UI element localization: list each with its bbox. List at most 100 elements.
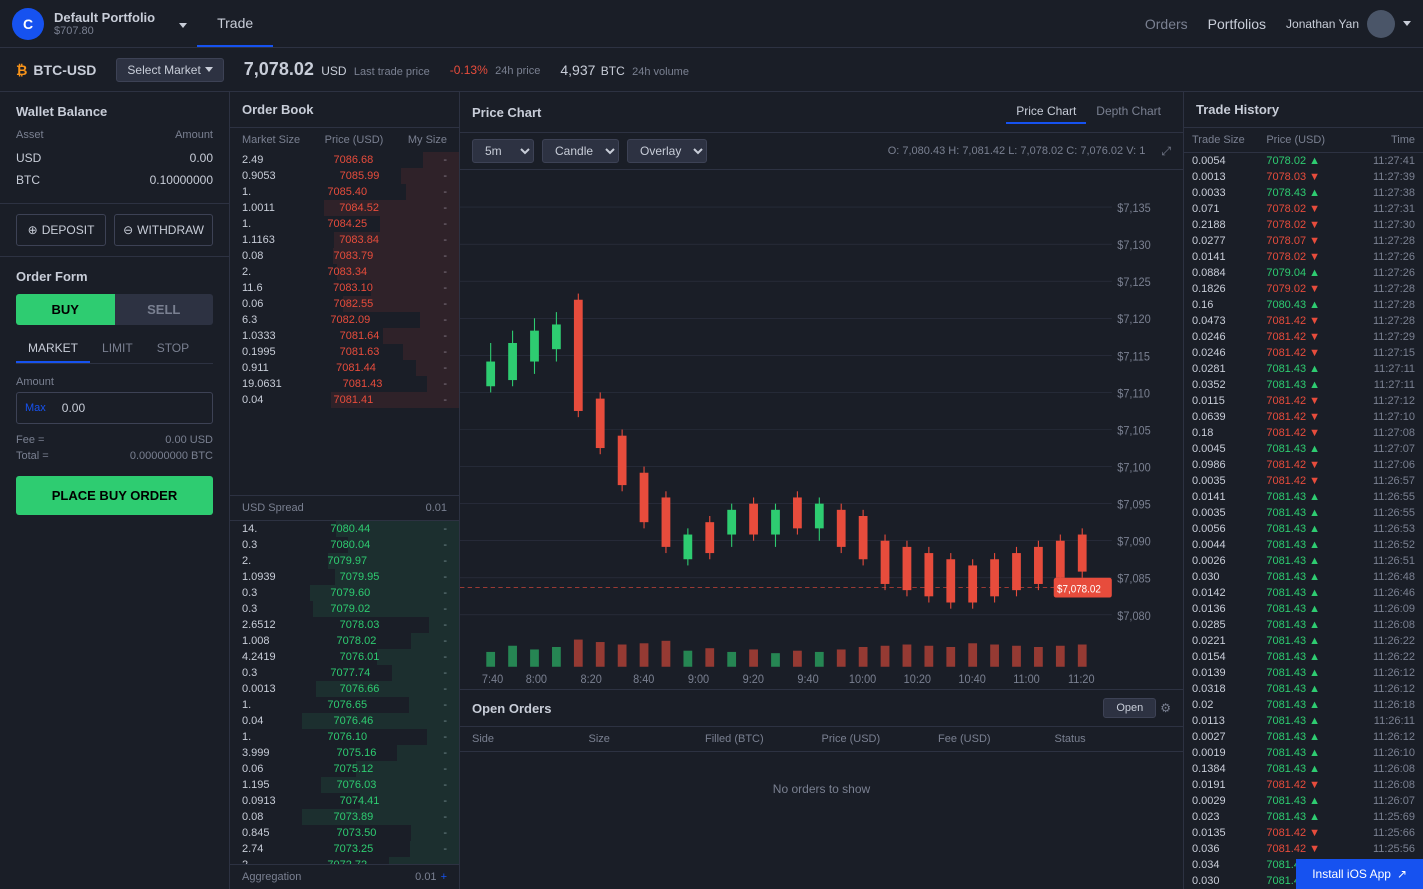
trade-history-row: 0.0139 7081.43 ▲ 11:26:12 — [1184, 665, 1423, 681]
order-book-ask-row[interactable]: 1.0011 7084.52 - — [230, 200, 459, 216]
bid-size: 3.999 — [242, 747, 270, 759]
th-trade-time: 11:27:41 — [1341, 155, 1415, 167]
svg-text:$7,135: $7,135 — [1117, 201, 1150, 215]
order-book-bid-row[interactable]: 2.74 7073.25 - — [230, 841, 459, 857]
chart-expand-icon[interactable]: ⤢ — [1161, 144, 1171, 159]
order-book-bid-row[interactable]: 2. 7072.72 - — [230, 857, 459, 864]
amount-input[interactable] — [54, 393, 213, 423]
place-order-button[interactable]: PLACE BUY ORDER — [16, 476, 213, 515]
max-link[interactable]: Max — [17, 394, 54, 422]
header-nav: Trade — [197, 1, 273, 47]
aggregation-add[interactable]: + — [441, 871, 447, 883]
order-book-bid-row[interactable]: 0.04 7076.46 - — [230, 713, 459, 729]
th-trade-time: 11:26:46 — [1341, 587, 1415, 599]
order-book-bid-row[interactable]: 0.0913 7074.41 - — [230, 793, 459, 809]
order-book-ask-row[interactable]: 1.1163 7083.84 - — [230, 232, 459, 248]
order-book-ask-row[interactable]: 19.0631 7081.43 - — [230, 376, 459, 392]
order-book-bid-row[interactable]: 0.3 7080.04 - — [230, 537, 459, 553]
open-orders-settings-icon[interactable]: ⚙ — [1160, 701, 1171, 715]
order-book-bid-row[interactable]: 3.999 7075.16 - — [230, 745, 459, 761]
bid-size: 1.008 — [242, 635, 270, 647]
order-book-ask-row[interactable]: 0.9053 7085.99 - — [230, 168, 459, 184]
price-chart-tab[interactable]: Price Chart — [1006, 100, 1086, 124]
th-trade-price: 7081.43 ▲ — [1266, 747, 1340, 759]
order-book-ask-row[interactable]: 0.08 7083.79 - — [230, 248, 459, 264]
order-book-bid-row[interactable]: 1. 7076.10 - — [230, 729, 459, 745]
order-book-bid-row[interactable]: 0.3 7079.60 - — [230, 585, 459, 601]
order-book-bid-row[interactable]: 0.845 7073.50 - — [230, 825, 459, 841]
interval-select[interactable]: 5m 1m 15m 1h — [472, 139, 534, 163]
order-book-ask-row[interactable]: 0.911 7081.44 - — [230, 360, 459, 376]
bid-size: 0.3 — [242, 603, 257, 615]
open-orders-button[interactable]: Open — [1103, 698, 1156, 718]
amount-label: Amount — [16, 376, 213, 388]
th-trade-time: 11:26:11 — [1341, 715, 1415, 727]
nav-trade[interactable]: Trade — [197, 1, 273, 47]
deposit-withdraw-buttons: ⊕ DEPOSIT ⊖ WITHDRAW — [0, 204, 229, 257]
aggregation-row: Aggregation 0.01 + — [230, 864, 459, 889]
order-book-ask-row[interactable]: 1. 7085.40 - — [230, 184, 459, 200]
order-book-bid-row[interactable]: 0.3 7077.74 - — [230, 665, 459, 681]
last-trade-label: Last trade price — [354, 66, 430, 78]
order-book-ask-row[interactable]: 2. 7083.34 - — [230, 264, 459, 280]
user-info[interactable]: Jonathan Yan — [1286, 10, 1411, 38]
fee-row: Fee = 0.00 USD — [16, 434, 213, 446]
order-book-bid-row[interactable]: 4.2419 7076.01 - — [230, 649, 459, 665]
th-trade-size: 0.0045 — [1192, 443, 1266, 455]
deposit-button[interactable]: ⊕ DEPOSIT — [16, 214, 106, 246]
order-book-bid-row[interactable]: 2.6512 7078.03 - — [230, 617, 459, 633]
bid-size: 0.3 — [242, 539, 257, 551]
order-book-ask-row[interactable]: 11.6 7083.10 - — [230, 280, 459, 296]
market-tab[interactable]: MARKET — [16, 335, 90, 363]
order-book-bid-row[interactable]: 14. 7080.44 - — [230, 521, 459, 537]
portfolio-chevron[interactable] — [179, 17, 187, 31]
order-book-bid-row[interactable]: 1. 7076.65 - — [230, 697, 459, 713]
th-trade-size: 0.0277 — [1192, 235, 1266, 247]
svg-text:$7,085: $7,085 — [1117, 572, 1150, 586]
depth-chart-tab[interactable]: Depth Chart — [1086, 100, 1171, 124]
install-banner[interactable]: Install iOS App ↗ — [1296, 859, 1423, 889]
svg-text:$7,105: $7,105 — [1117, 424, 1150, 438]
th-trade-size: 0.0013 — [1192, 171, 1266, 183]
buy-sell-tabs: BUY SELL — [16, 294, 213, 325]
order-book-ask-row[interactable]: 2.49 7086.68 - — [230, 152, 459, 168]
bid-price: 7073.50 — [337, 827, 377, 839]
th-trade-price: 7081.43 ▲ — [1266, 443, 1340, 455]
limit-tab[interactable]: LIMIT — [90, 335, 145, 363]
order-book-ask-row[interactable]: 6.3 7082.09 - — [230, 312, 459, 328]
order-book-ask-row[interactable]: 0.04 7081.41 - — [230, 392, 459, 408]
buy-tab[interactable]: BUY — [16, 294, 115, 325]
order-book-bid-row[interactable]: 0.08 7073.89 - — [230, 809, 459, 825]
withdraw-button[interactable]: ⊖ WITHDRAW — [114, 214, 213, 246]
order-book-ask-row[interactable]: 0.06 7082.55 - — [230, 296, 459, 312]
svg-text:$7,090: $7,090 — [1117, 535, 1151, 549]
order-book-bid-row[interactable]: 0.0013 7076.66 - — [230, 681, 459, 697]
order-book-ask-row[interactable]: 1.0333 7081.64 - — [230, 328, 459, 344]
chart-type-select[interactable]: Candle Line — [542, 139, 619, 163]
order-book-bid-row[interactable]: 0.06 7075.12 - — [230, 761, 459, 777]
order-book-bid-row[interactable]: 1.0939 7079.95 - — [230, 569, 459, 585]
order-book-bid-row[interactable]: 2. 7079.97 - — [230, 553, 459, 569]
main-layout: Wallet Balance Asset Amount USD 0.00 BTC… — [0, 92, 1423, 889]
trade-history-row: 0.0246 7081.42 ▼ 11:27:15 — [1184, 345, 1423, 361]
portfolio-selector[interactable]: Default Portfolio $707.80 — [54, 10, 155, 37]
logo-text: C — [23, 16, 33, 32]
order-book-bid-row[interactable]: 1.195 7076.03 - — [230, 777, 459, 793]
ask-price: 7085.40 — [327, 186, 367, 198]
sell-tab[interactable]: SELL — [115, 294, 214, 325]
order-book-bid-row[interactable]: 0.3 7079.02 - — [230, 601, 459, 617]
th-trade-size: 0.071 — [1192, 203, 1266, 215]
trade-history-row: 0.0035 7081.42 ▼ 11:26:57 — [1184, 473, 1423, 489]
order-book-ask-row[interactable]: 0.1995 7081.63 - — [230, 344, 459, 360]
th-trade-size: 0.0142 — [1192, 587, 1266, 599]
order-book-bid-row[interactable]: 1.008 7078.02 - — [230, 633, 459, 649]
ask-price: 7086.68 — [333, 154, 373, 166]
trade-history-row: 0.0281 7081.43 ▲ 11:27:11 — [1184, 361, 1423, 377]
order-book-ask-row[interactable]: 1. 7084.25 - — [230, 216, 459, 232]
nav-orders[interactable]: Orders — [1145, 16, 1188, 32]
overlay-select[interactable]: Overlay — [627, 139, 707, 163]
select-market-button[interactable]: Select Market — [116, 58, 223, 82]
bid-size: 1. — [242, 699, 251, 711]
stop-tab[interactable]: STOP — [145, 335, 201, 363]
nav-portfolios[interactable]: Portfolios — [1208, 16, 1266, 32]
